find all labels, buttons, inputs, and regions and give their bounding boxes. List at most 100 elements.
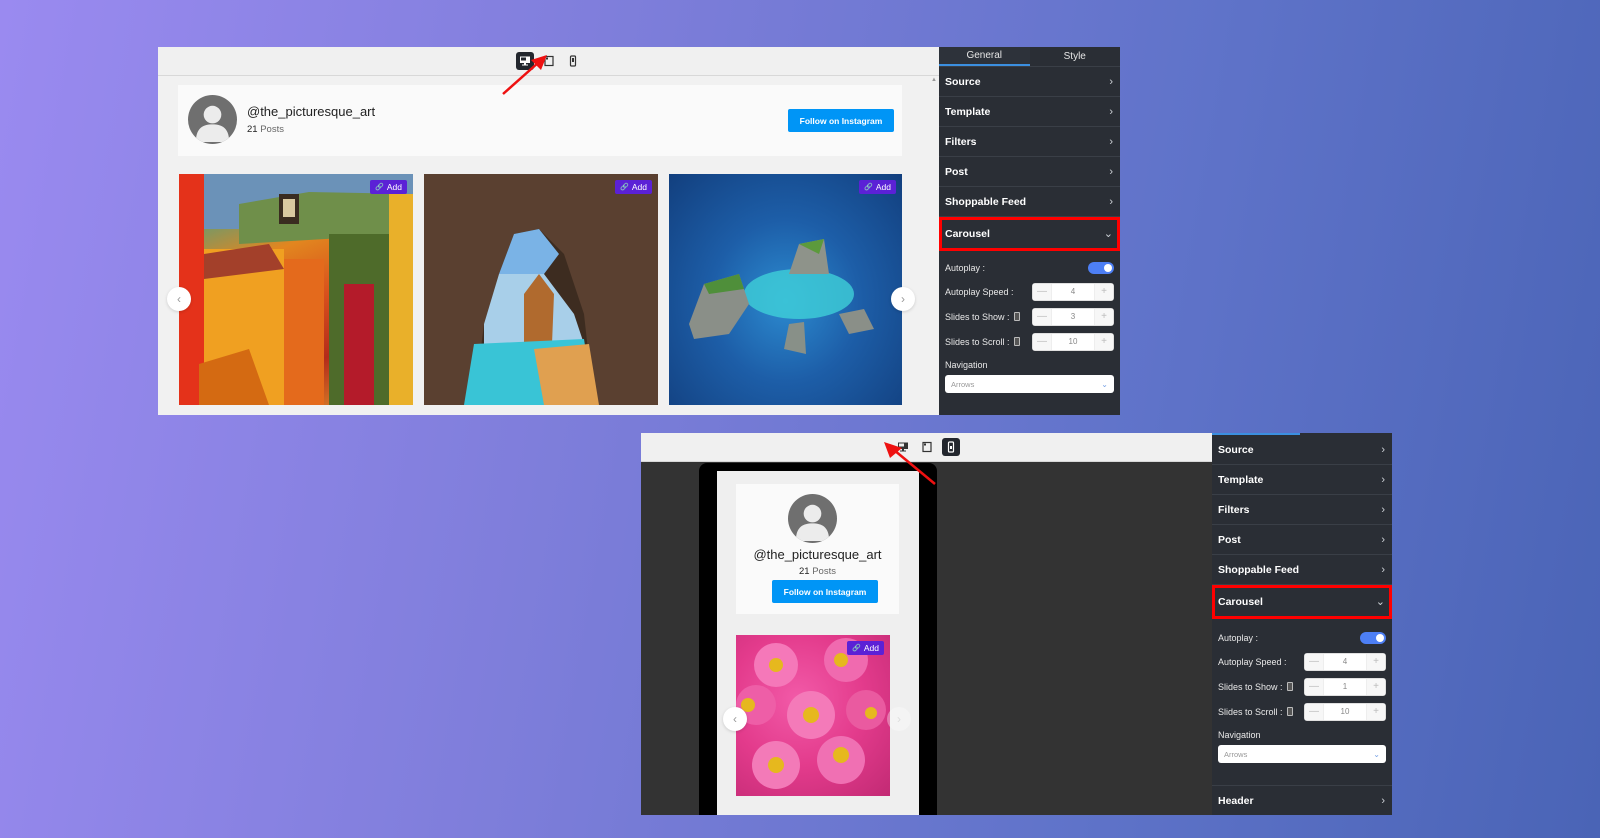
post-card[interactable]: 🔗 Add — [736, 635, 890, 796]
add-link-badge[interactable]: 🔗 Add — [615, 180, 652, 194]
add-label: Add — [875, 182, 891, 192]
desktop-view-button[interactable] — [894, 438, 912, 456]
responsive-device-icon[interactable] — [1013, 312, 1020, 321]
carousel-prev-button[interactable]: ‹ — [167, 287, 191, 311]
add-link-badge[interactable]: 🔗 Add — [847, 641, 884, 655]
navigation-label: Navigation — [945, 360, 988, 370]
section-filters[interactable]: Filters › — [939, 127, 1120, 157]
section-label: Shoppable Feed — [1218, 563, 1300, 576]
decrement-button[interactable]: — — [1033, 333, 1051, 350]
post-image-islands — [689, 239, 874, 354]
slides-to-scroll-value[interactable]: 10 — [1323, 703, 1367, 720]
section-post[interactable]: Post › — [1212, 525, 1392, 555]
section-template[interactable]: Template › — [1212, 465, 1392, 495]
section-shoppable-feed[interactable]: Shoppable Feed › — [939, 187, 1120, 217]
autoplay-speed-value[interactable]: 4 — [1051, 283, 1095, 300]
responsive-device-icon[interactable] — [1286, 707, 1293, 716]
scrollbar-up-arrow[interactable]: ▲ — [931, 77, 937, 83]
posts-count: 21 Posts — [247, 124, 284, 135]
post-card[interactable]: 🔗 Add — [669, 174, 902, 405]
chevron-down-icon: ⌄ — [1101, 379, 1108, 389]
mobile-view-button[interactable] — [941, 438, 960, 456]
responsive-device-icon[interactable] — [1286, 682, 1293, 691]
decrement-button[interactable]: — — [1305, 653, 1323, 670]
slides-to-scroll-stepper: — 10 + — [1032, 332, 1114, 351]
slides-to-scroll-row: Slides to Scroll : — 10 + — [945, 329, 1114, 354]
increment-button[interactable]: + — [1367, 703, 1385, 720]
autoplay-toggle[interactable] — [1088, 262, 1114, 274]
profile-username: @the_picturesque_art — [753, 547, 882, 562]
section-header[interactable]: Header › — [1212, 785, 1392, 815]
navigation-select[interactable]: Arrows ⌄ — [945, 375, 1114, 393]
section-carousel[interactable]: Carousel ⌄ — [1212, 585, 1392, 619]
carousel-settings: Autoplay : Autoplay Speed : — 4 + Slides… — [1212, 619, 1392, 763]
increment-button[interactable]: + — [1367, 678, 1385, 695]
autoplay-toggle[interactable] — [1360, 632, 1386, 644]
section-post[interactable]: Post › — [939, 157, 1120, 187]
chevron-down-icon: ⌄ — [1373, 749, 1380, 759]
slides-to-show-row: Slides to Show : — 3 + — [945, 304, 1114, 329]
mobile-view-button[interactable] — [564, 52, 582, 70]
mobile-preview: @the_picturesque_art 21 Posts Follow on … — [641, 433, 1212, 815]
navigation-label: Navigation — [1218, 730, 1261, 740]
tablet-view-button[interactable] — [918, 438, 936, 456]
add-link-badge[interactable]: 🔗 Add — [859, 180, 896, 194]
section-shoppable-feed[interactable]: Shoppable Feed › — [1212, 555, 1392, 585]
navigation-select[interactable]: Arrows ⌄ — [1218, 745, 1386, 763]
increment-button[interactable]: + — [1095, 308, 1113, 325]
section-template[interactable]: Template › — [939, 97, 1120, 127]
add-label: Add — [386, 182, 402, 192]
decrement-button[interactable]: — — [1033, 308, 1051, 325]
section-label: Source — [1218, 443, 1254, 456]
chevron-right-icon: › — [1381, 443, 1385, 456]
autoplay-label: Autoplay : — [1218, 633, 1259, 643]
autoplay-speed-value[interactable]: 4 — [1323, 653, 1367, 670]
follow-on-instagram-button[interactable]: Follow on Instagram — [788, 109, 894, 132]
tab-style[interactable]: Style — [1029, 47, 1120, 66]
link-icon: 🔗 — [620, 184, 629, 191]
carousel-next-button[interactable]: › — [887, 707, 911, 731]
slides-to-scroll-label: Slides to Scroll : — [1218, 706, 1283, 717]
increment-button[interactable]: + — [1095, 333, 1113, 350]
desktop-view-button[interactable] — [515, 52, 534, 70]
chevron-right-icon: › — [1109, 105, 1113, 118]
carousel-next-button[interactable]: › — [891, 287, 915, 311]
slides-to-scroll-value[interactable]: 10 — [1051, 333, 1095, 350]
decrement-button[interactable]: — — [1305, 678, 1323, 695]
posts-label: Posts — [260, 124, 284, 135]
profile-header: @the_picturesque_art 21 Posts Follow on … — [736, 484, 899, 614]
section-source[interactable]: Source › — [939, 67, 1120, 97]
post-card[interactable]: 🔗 Add — [424, 174, 658, 405]
follow-on-instagram-button[interactable]: Follow on Instagram — [772, 580, 878, 603]
section-source[interactable]: Source › — [1212, 435, 1392, 465]
section-filters[interactable]: Filters › — [1212, 495, 1392, 525]
add-link-badge[interactable]: 🔗 Add — [370, 180, 407, 194]
decrement-button[interactable]: — — [1305, 703, 1323, 720]
section-label: Carousel — [1218, 595, 1263, 608]
mobile-icon — [947, 441, 954, 453]
device-switcher — [158, 47, 939, 76]
slides-to-show-label: Slides to Show : — [945, 311, 1010, 322]
slides-to-show-stepper: — 1 + — [1304, 677, 1386, 696]
chevron-right-icon: › — [1109, 75, 1113, 88]
slides-to-scroll-label: Slides to Scroll : — [945, 336, 1010, 347]
slides-to-scroll-row: Slides to Scroll : — 10 + — [1218, 699, 1386, 724]
user-silhouette-icon — [195, 105, 230, 143]
carousel-prev-button[interactable]: ‹ — [723, 707, 747, 731]
tablet-view-button[interactable] — [540, 52, 558, 70]
post-image-sea-cave — [424, 174, 658, 405]
settings-sidebar: General Style Source › Template › Filters ›… — [939, 47, 1120, 415]
section-label: Filters — [945, 135, 977, 148]
slides-to-show-value[interactable]: 1 — [1323, 678, 1367, 695]
decrement-button[interactable]: — — [1033, 283, 1051, 300]
device-switcher — [641, 433, 1212, 462]
slides-to-show-row: Slides to Show : — 1 + — [1218, 674, 1386, 699]
section-carousel[interactable]: Carousel ⌄ — [939, 217, 1120, 251]
post-card[interactable]: 🔗 Add — [179, 174, 413, 405]
slides-to-show-value[interactable]: 3 — [1051, 308, 1095, 325]
autoplay-speed-row: Autoplay Speed : — 4 + — [945, 279, 1114, 304]
increment-button[interactable]: + — [1367, 653, 1385, 670]
increment-button[interactable]: + — [1095, 283, 1113, 300]
tab-general[interactable]: General — [939, 47, 1030, 66]
responsive-device-icon[interactable] — [1013, 337, 1020, 346]
